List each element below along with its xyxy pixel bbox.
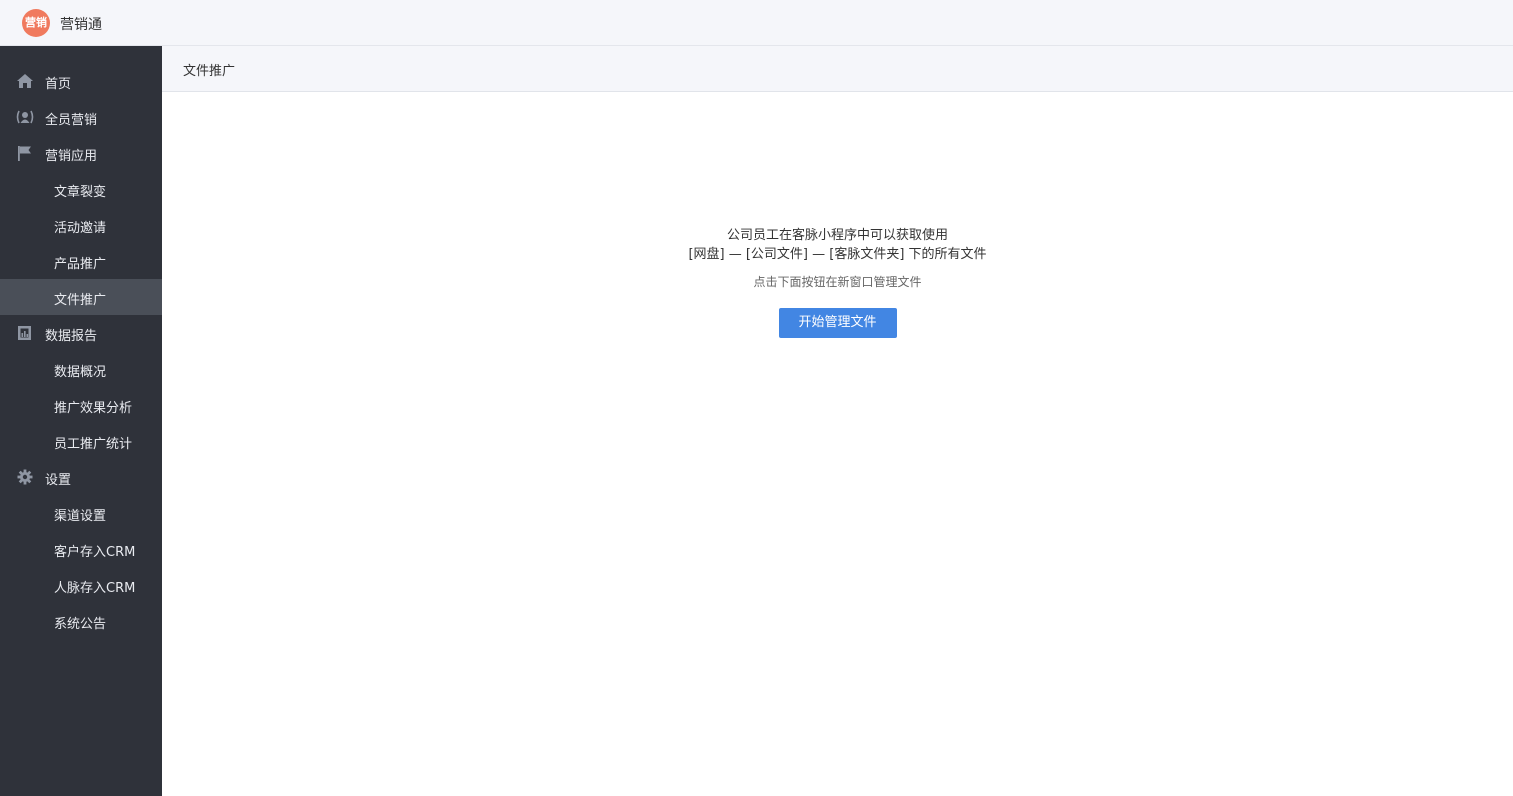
sidebar-item-system-notice[interactable]: 系统公告	[0, 603, 162, 639]
sidebar-item-label: 文章裂变	[54, 185, 107, 200]
home-icon	[16, 73, 34, 89]
sidebar-item-label: 客户存入CRM	[54, 545, 136, 560]
sidebar-item-file-promo[interactable]: 文件推广	[0, 279, 162, 315]
sidebar-item-contacts-crm[interactable]: 人脉存入CRM	[0, 567, 162, 603]
page-header: 文件推广	[162, 46, 1513, 92]
flag-icon	[16, 145, 34, 161]
gear-icon	[16, 469, 34, 485]
start-manage-files-button[interactable]: 开始管理文件	[778, 308, 897, 338]
sidebar-item-all-staff-marketing[interactable]: 全员营销	[0, 99, 162, 135]
sidebar-item-label: 系统公告	[54, 617, 107, 632]
sidebar-item-label: 推广效果分析	[54, 401, 133, 416]
page-title: 文件推广	[183, 64, 236, 79]
sidebar-item-label: 数据概况	[54, 365, 107, 380]
app-title: 营销通	[60, 17, 102, 33]
sidebar: 首页 全员营销 营销应用 文章裂变 活动邀请 产品推广 文件推广 数据报告 数据…	[0, 46, 162, 796]
sidebar-item-label: 数据报告	[45, 329, 98, 344]
sidebar-item-label: 渠道设置	[54, 509, 107, 524]
sidebar-item-data-report[interactable]: 数据报告	[0, 315, 162, 351]
sidebar-item-promo-analysis[interactable]: 推广效果分析	[0, 387, 162, 423]
sidebar-item-label: 员工推广统计	[54, 437, 133, 452]
people-icon	[16, 109, 34, 125]
sidebar-item-article-fission[interactable]: 文章裂变	[0, 171, 162, 207]
sidebar-item-label: 产品推广	[54, 257, 107, 272]
sidebar-item-label: 文件推广	[54, 293, 107, 308]
main-content: 公司员工在客脉小程序中可以获取使用 [网盘] — [公司文件] — [客脉文件夹…	[162, 226, 1513, 338]
sidebar-item-label: 人脉存入CRM	[54, 581, 136, 596]
sidebar-item-event-invite[interactable]: 活动邀请	[0, 207, 162, 243]
sidebar-item-staff-stats[interactable]: 员工推广统计	[0, 423, 162, 459]
sidebar-item-channel-settings[interactable]: 渠道设置	[0, 495, 162, 531]
hint-text: 点击下面按钮在新窗口管理文件	[753, 275, 922, 289]
sidebar-item-product-promo[interactable]: 产品推广	[0, 243, 162, 279]
sidebar-item-label: 首页	[45, 77, 72, 92]
sidebar-item-label: 活动邀请	[54, 221, 107, 236]
sidebar-item-settings[interactable]: 设置	[0, 459, 162, 495]
top-bar: 营销 营销通	[0, 0, 1513, 46]
app-logo[interactable]: 营销	[22, 9, 50, 37]
sidebar-item-data-overview[interactable]: 数据概况	[0, 351, 162, 387]
description-line-1: 公司员工在客脉小程序中可以获取使用	[726, 228, 948, 243]
sidebar-item-label: 营销应用	[45, 149, 98, 164]
sidebar-item-marketing-apps[interactable]: 营销应用	[0, 135, 162, 171]
description-line-2: [网盘] — [公司文件] — [客脉文件夹] 下的所有文件	[688, 247, 987, 262]
sidebar-item-customer-crm[interactable]: 客户存入CRM	[0, 531, 162, 567]
report-icon	[16, 325, 34, 341]
sidebar-item-label: 全员营销	[45, 113, 98, 128]
sidebar-item-home[interactable]: 首页	[0, 63, 162, 99]
sidebar-item-label: 设置	[45, 473, 72, 488]
